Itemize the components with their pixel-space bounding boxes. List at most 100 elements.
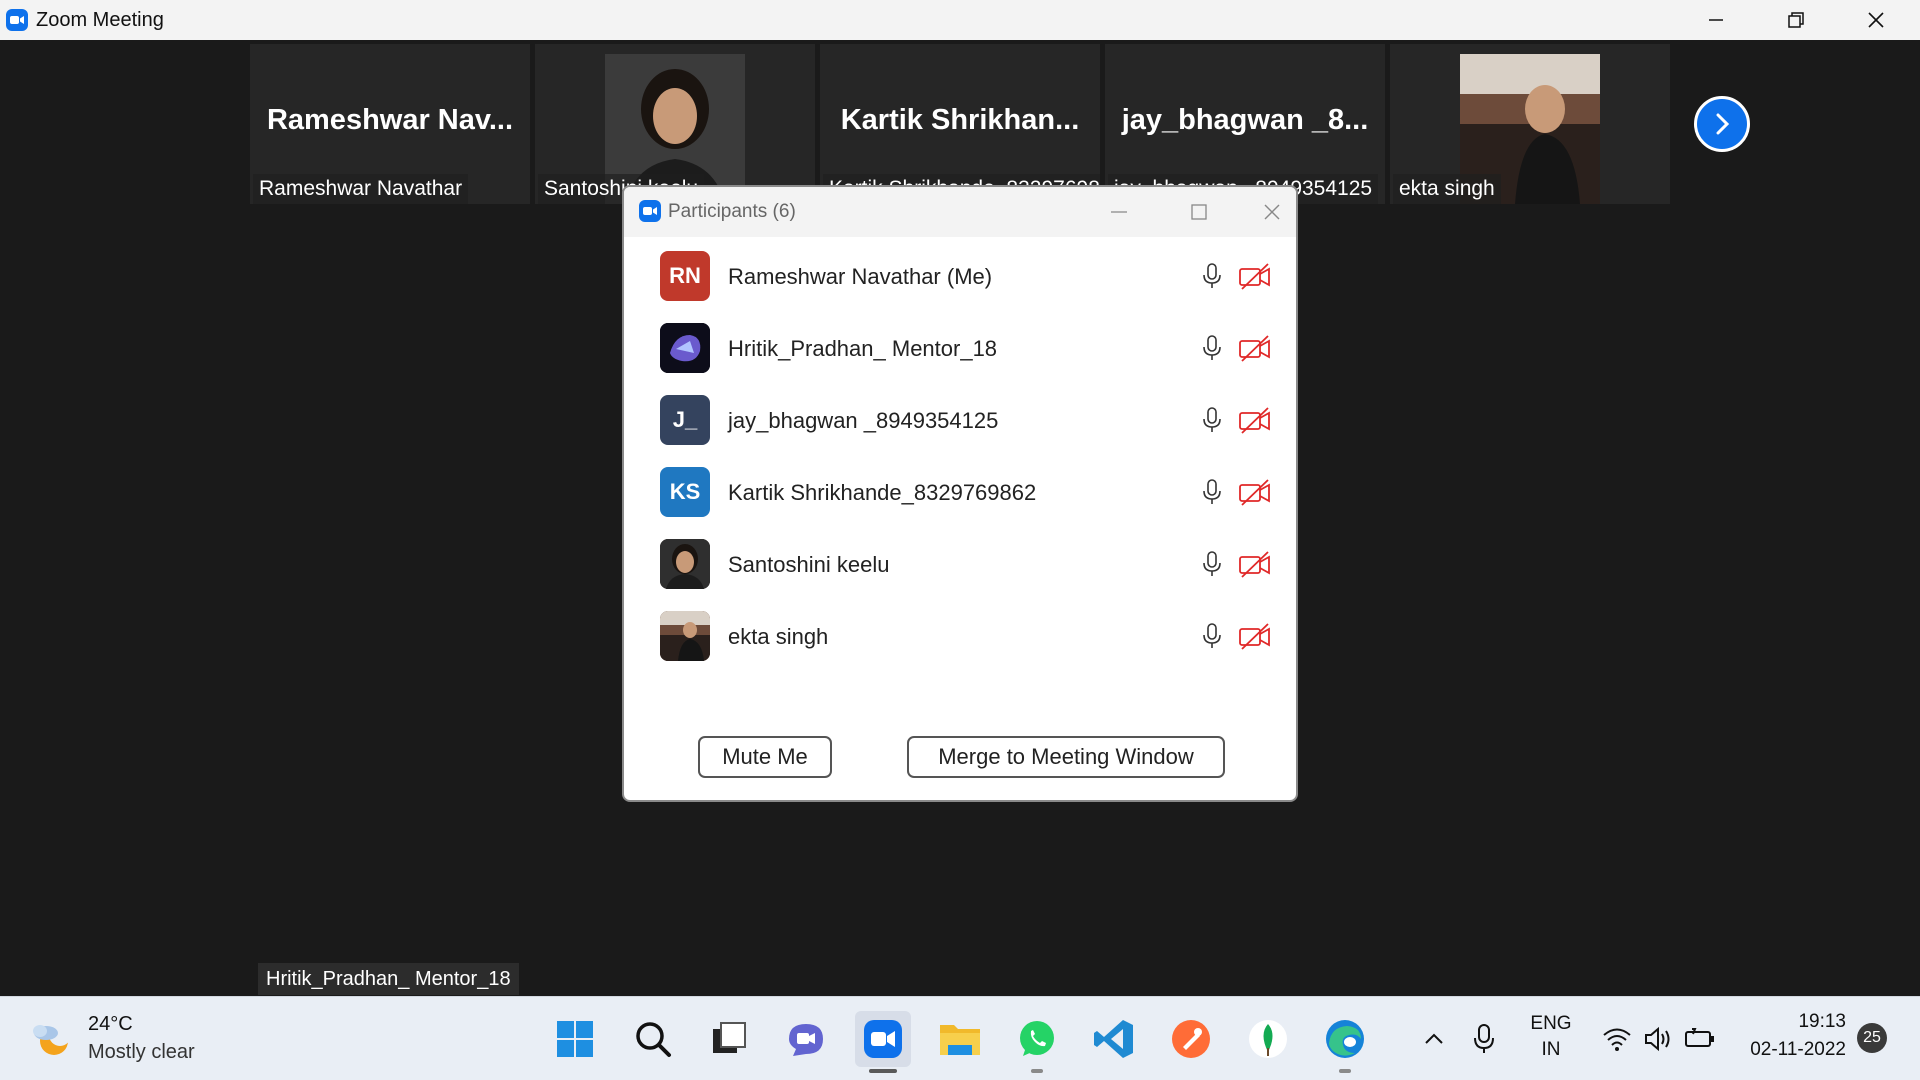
video-off-icon[interactable] [1238, 262, 1272, 290]
microphone-icon [1474, 1024, 1494, 1053]
window-title: Zoom Meeting [36, 9, 164, 31]
video-tile[interactable]: jay_bhagwan _8... jay_bhagwan _894935412… [1105, 44, 1385, 204]
avatar [660, 611, 710, 661]
microphone-tray-button[interactable] [1456, 1011, 1512, 1067]
participant-name: Santoshini keelu [728, 552, 890, 577]
battery-button[interactable] [1672, 1011, 1728, 1067]
participant-row[interactable]: KS Kartik Shrikhande_8329769862 [624, 456, 1296, 528]
zoom-taskbar-button[interactable] [855, 1011, 911, 1073]
merge-to-meeting-window-button[interactable]: Merge to Meeting Window [907, 736, 1225, 778]
wifi-icon [1603, 1028, 1631, 1051]
weather-widget[interactable]: 24°C Mostly clear [28, 1007, 228, 1071]
active-app-indicator [869, 1069, 897, 1073]
video-off-icon[interactable] [1238, 478, 1272, 506]
minimize-icon [1709, 19, 1723, 21]
participant-name: Rameshwar Navathar (Me) [728, 264, 993, 289]
dialog-close-button[interactable] [1244, 187, 1296, 237]
windows-icon [557, 1021, 593, 1057]
microphone-icon[interactable] [1200, 478, 1224, 506]
avatar: KS [660, 467, 710, 517]
avatar [660, 323, 710, 373]
battery-charging-icon [1685, 1028, 1714, 1047]
restore-button[interactable] [1756, 0, 1836, 40]
vscode-icon [1094, 1020, 1133, 1058]
minimize-icon [1111, 211, 1127, 213]
clock[interactable]: 19:13 02-11-2022 [1734, 1011, 1846, 1067]
microphone-icon[interactable] [1200, 622, 1224, 650]
video-tile[interactable]: Rameshwar Nav... Rameshwar Navathar [250, 44, 530, 204]
vscode-button[interactable] [1086, 1011, 1142, 1067]
dialog-title: Participants (6) [668, 201, 796, 222]
microphone-icon[interactable] [1200, 550, 1224, 578]
participant-name: Kartik Shrikhande_8329769862 [728, 480, 1037, 505]
postman-button[interactable] [1163, 1011, 1219, 1067]
zoom-logo-icon [6, 9, 28, 31]
next-page-button[interactable] [1694, 96, 1750, 152]
minimize-button[interactable] [1676, 0, 1756, 40]
participant-name: jay_bhagwan _8949354125 [728, 408, 999, 433]
notification-count: 25 [1863, 1029, 1881, 1046]
whatsapp-button[interactable] [1009, 1011, 1065, 1073]
video-off-icon[interactable] [1238, 334, 1272, 362]
show-hidden-icons-button[interactable] [1406, 1011, 1462, 1067]
avatar-image [660, 539, 710, 589]
weather-moon-cloud-icon [33, 1024, 71, 1055]
mongodb-compass-button[interactable] [1240, 1011, 1296, 1067]
weather-desc: Mostly clear [88, 1041, 195, 1063]
zoom-app-icon [864, 1020, 902, 1058]
close-button[interactable] [1836, 0, 1916, 40]
participant-name: ekta singh [728, 624, 829, 649]
microphone-icon[interactable] [1200, 334, 1224, 362]
language-top: ENG [1530, 1013, 1572, 1034]
dialog-maximize-button[interactable] [1164, 187, 1234, 237]
task-view-button[interactable] [701, 1011, 757, 1067]
whatsapp-icon [1020, 1021, 1054, 1056]
participant-name: Hritik_Pradhan_ Mentor_18 [728, 336, 998, 361]
speaker-volume-icon [1645, 1026, 1670, 1052]
edge-browser-button[interactable] [1317, 1011, 1373, 1073]
participant-row[interactable]: Hritik_Pradhan_ Mentor_18 [624, 312, 1296, 384]
language-indicator[interactable]: ENG IN [1520, 1013, 1582, 1065]
microphone-icon[interactable] [1200, 262, 1224, 290]
participant-row[interactable]: Santoshini keelu [624, 528, 1296, 600]
close-icon [1868, 12, 1884, 28]
mongodb-leaf-icon [1249, 1020, 1287, 1058]
tile-big-name: Kartik Shrikhan... [840, 104, 1080, 136]
dialog-titlebar: Participants (6) [624, 187, 1296, 237]
running-app-indicator [1339, 1069, 1351, 1073]
clock-time: 19:13 [1798, 1011, 1846, 1032]
mute-me-button[interactable]: Mute Me [698, 736, 832, 778]
running-app-indicator [1031, 1069, 1043, 1073]
participant-row[interactable]: RN Rameshwar Navathar (Me) [624, 240, 1296, 312]
avatar-image [660, 323, 710, 373]
video-off-icon[interactable] [1238, 406, 1272, 434]
window-titlebar: Zoom Meeting [0, 0, 1920, 40]
file-explorer-button[interactable] [932, 1011, 988, 1067]
video-tile[interactable]: Santoshini keelu [535, 44, 815, 204]
start-button[interactable] [547, 1011, 603, 1067]
microphone-icon[interactable] [1200, 406, 1224, 434]
speaker-name-label: Hritik_Pradhan_ Mentor_18 [258, 963, 519, 995]
chat-icon [789, 1024, 823, 1056]
postman-icon [1172, 1020, 1210, 1058]
folder-icon [940, 1025, 980, 1055]
close-icon [1264, 204, 1280, 220]
maximize-icon [1191, 204, 1207, 220]
search-button[interactable] [625, 1011, 681, 1067]
video-off-icon[interactable] [1238, 550, 1272, 578]
video-off-icon[interactable] [1238, 622, 1272, 650]
chevron-right-icon [1716, 113, 1730, 135]
zoom-logo-icon [639, 200, 661, 222]
video-tile[interactable]: Kartik Shrikhan... Kartik Shrikhande_832… [820, 44, 1100, 204]
participant-row[interactable]: ekta singh [624, 600, 1296, 672]
teams-chat-button[interactable] [778, 1011, 834, 1067]
restore-icon [1788, 12, 1804, 28]
task-view-icon [713, 1022, 746, 1053]
tile-name-label: ekta singh [1393, 174, 1501, 204]
tile-name-label: Rameshwar Navathar [253, 174, 469, 204]
video-tile[interactable]: ekta singh [1390, 44, 1670, 204]
participant-row[interactable]: J_ jay_bhagwan _8949354125 [624, 384, 1296, 456]
dialog-minimize-button[interactable] [1084, 187, 1154, 237]
notification-badge[interactable]: 25 [1857, 1023, 1887, 1053]
clock-date: 02-11-2022 [1750, 1039, 1846, 1060]
